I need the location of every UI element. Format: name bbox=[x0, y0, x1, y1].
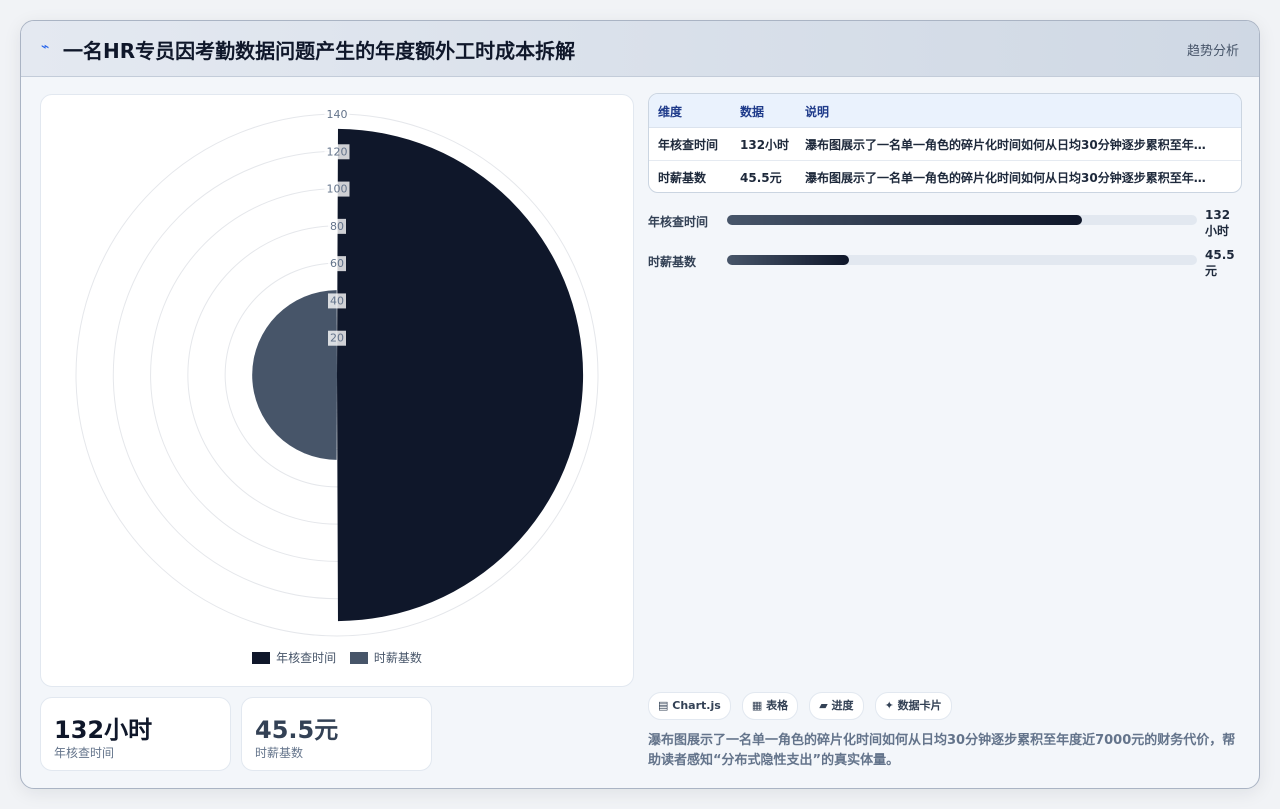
tag-list: ▤ Chart.js ▦ 表格 ▰ 进度 ✦ 数据卡片 bbox=[648, 692, 958, 720]
progress-row-hourly-rate: 时薪基数 45.5元 bbox=[648, 248, 1240, 293]
polar-area-chart: 20 40 60 80 100 120 140 bbox=[75, 107, 599, 637]
tag-data-card[interactable]: ✦ 数据卡片 bbox=[874, 692, 952, 720]
progress-icon: ▰ bbox=[819, 699, 828, 712]
tag-chartjs[interactable]: ▤ Chart.js bbox=[648, 692, 731, 720]
table-cell: 时薪基数 bbox=[658, 171, 707, 185]
legend-label: 时薪基数 bbox=[373, 651, 422, 665]
tag-label: 表格 bbox=[766, 699, 789, 712]
progress-row-annual-hours: 年核查时间 132小时 bbox=[648, 208, 1240, 253]
radial-tick-label: 120 bbox=[327, 145, 348, 158]
chart-icon: ▤ bbox=[658, 699, 669, 712]
table-cell: 瀑布图展示了一名单一角色的碎片化时间如何从日均30分钟逐步累积至年度近7000元… bbox=[805, 138, 1217, 152]
stat-value: 132小时 bbox=[54, 716, 153, 744]
slice-hourly-rate bbox=[252, 290, 337, 460]
chart-legend: 年核查时间 时薪基数 bbox=[41, 649, 633, 667]
chart-description: 瀑布图展示了一名单一角色的碎片化时间如何从日均30分钟逐步累积至年度近7000元… bbox=[648, 733, 1236, 768]
card-icon: ✦ bbox=[884, 699, 894, 712]
progress-track bbox=[727, 215, 1197, 225]
progress-value: 132小时 bbox=[1205, 208, 1231, 238]
column-header: 数据 bbox=[740, 105, 765, 119]
legend-swatch bbox=[349, 651, 368, 664]
stat-label: 时薪基数 bbox=[255, 746, 304, 760]
slice-annual-hours bbox=[337, 128, 584, 622]
stat-label: 年核查时间 bbox=[54, 746, 115, 760]
radial-tick-label: 20 bbox=[330, 332, 344, 345]
legend-item-annual-hours[interactable]: 年核查时间 bbox=[252, 649, 336, 666]
trend-analysis-button[interactable]: 趋势分析 bbox=[1187, 40, 1239, 59]
table-cell: 132小时 bbox=[740, 138, 790, 152]
tag-label: 数据卡片 bbox=[897, 699, 942, 712]
stat-value: 45.5元 bbox=[255, 716, 339, 744]
radial-tick-label: 40 bbox=[330, 294, 344, 307]
legend-item-hourly-rate[interactable]: 时薪基数 bbox=[349, 649, 422, 666]
progress-fill bbox=[727, 255, 850, 265]
progress-label: 时薪基数 bbox=[648, 255, 697, 269]
table-header-row: 维度 数据 说明 bbox=[649, 94, 1241, 128]
progress-value: 45.5元 bbox=[1205, 248, 1235, 278]
radial-tick-label: 80 bbox=[330, 220, 344, 233]
table-cell: 年核查时间 bbox=[658, 138, 719, 152]
stat-card-hourly-rate: 45.5元 时薪基数 bbox=[241, 697, 432, 771]
progress-track bbox=[727, 255, 1197, 265]
legend-label: 年核查时间 bbox=[276, 651, 337, 665]
polar-chart-panel: 20 40 60 80 100 120 140 年核查时间 时薪基数 bbox=[40, 94, 634, 687]
radial-tick-label: 60 bbox=[330, 257, 344, 270]
tag-label: Chart.js bbox=[672, 699, 721, 712]
page-title: 一名HR专员因考勤数据问题产生的年度额外工时成本拆解 bbox=[63, 39, 576, 63]
progress-label: 年核查时间 bbox=[648, 215, 709, 229]
header-bar: ⌁ 一名HR专员因考勤数据问题产生的年度额外工时成本拆解 趋势分析 bbox=[21, 21, 1259, 77]
table-cell: 瀑布图展示了一名单一角色的碎片化时间如何从日均30分钟逐步累积至年度近7000元… bbox=[805, 171, 1217, 185]
dashboard-card: ⌁ 一名HR专员因考勤数据问题产生的年度额外工时成本拆解 趋势分析 20 40 60… bbox=[20, 20, 1260, 789]
bolt-icon: ⌁ bbox=[41, 39, 50, 55]
table-icon: ▦ bbox=[751, 699, 763, 712]
tag-progress[interactable]: ▰ 进度 bbox=[809, 692, 864, 720]
stat-card-annual-hours: 132小时 年核查时间 bbox=[40, 697, 231, 771]
table-cell: 45.5元 bbox=[740, 171, 782, 185]
radial-tick-label: 140 bbox=[327, 108, 348, 121]
progress-fill bbox=[727, 215, 1082, 225]
column-header: 说明 bbox=[805, 105, 830, 119]
column-header: 维度 bbox=[658, 105, 683, 119]
data-table: 维度 数据 说明 年核查时间 132小时 瀑布图展示了一名单一角色的碎片化时间如… bbox=[648, 93, 1242, 193]
legend-swatch bbox=[252, 651, 271, 664]
table-row: 年核查时间 132小时 瀑布图展示了一名单一角色的碎片化时间如何从日均30分钟逐… bbox=[649, 127, 1241, 161]
tag-label: 进度 bbox=[831, 699, 854, 712]
table-row: 时薪基数 45.5元 瀑布图展示了一名单一角色的碎片化时间如何从日均30分钟逐步… bbox=[649, 160, 1241, 192]
radial-tick-label: 100 bbox=[327, 183, 348, 196]
tag-table[interactable]: ▦ 表格 bbox=[741, 692, 799, 720]
